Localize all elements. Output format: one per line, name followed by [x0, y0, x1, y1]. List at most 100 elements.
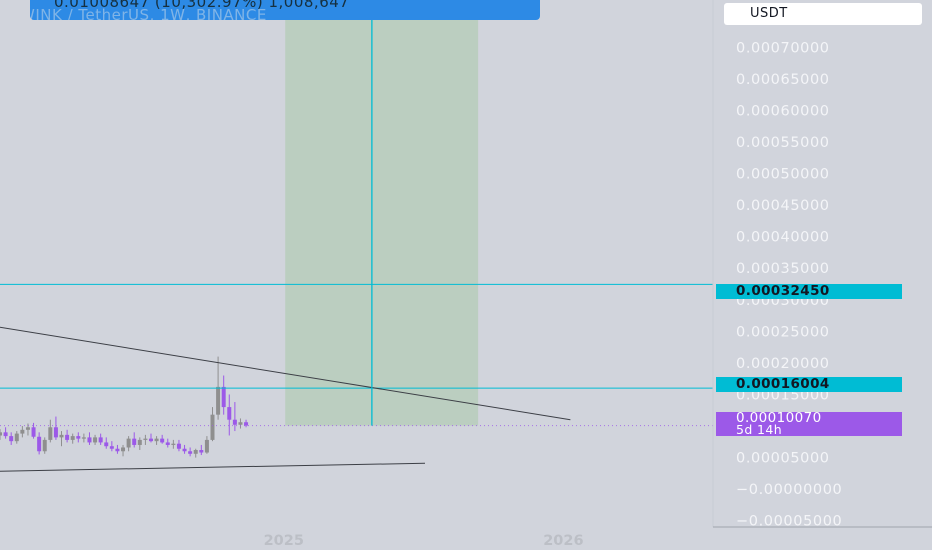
candle	[65, 429, 70, 443]
candle	[137, 437, 142, 451]
candle-body	[48, 427, 53, 440]
candle	[221, 375, 226, 415]
candle	[199, 444, 204, 456]
candle-body	[93, 437, 98, 443]
candle-body	[14, 433, 19, 442]
candle	[160, 434, 165, 444]
candle	[232, 402, 237, 432]
candle-body	[59, 434, 64, 438]
candle-body	[154, 438, 159, 442]
candle	[121, 444, 126, 457]
highlighted-date-range	[285, 0, 479, 426]
candle-body	[199, 450, 204, 453]
y-axis-tick-label: −0.00000000	[736, 482, 842, 498]
candles-group	[0, 356, 249, 458]
candle-body	[132, 438, 137, 445]
candle	[48, 419, 53, 443]
candle-body	[53, 427, 58, 438]
y-axis-tick-label: 0.00025000	[736, 324, 830, 340]
candle-body	[188, 451, 193, 454]
y-axis-ticks: 0.000750000.000700000.000650000.00060000…	[736, 9, 842, 530]
candle	[210, 407, 215, 442]
currency-button[interactable]: USDT	[724, 3, 922, 25]
y-axis-tick-label: 0.00005000	[736, 451, 830, 467]
candle	[98, 433, 103, 445]
candle-body	[210, 414, 215, 440]
candle-body	[171, 443, 176, 445]
y-axis-tick-label: 0.00060000	[736, 103, 830, 119]
y-axis-tick-label: 0.00065000	[736, 72, 830, 88]
candle-body	[0, 432, 2, 436]
candle-body	[204, 439, 209, 453]
trendline[interactable]	[0, 462, 426, 472]
candle	[238, 418, 243, 429]
x-axis-ticks: 2025 2026	[264, 533, 584, 549]
candle	[87, 432, 92, 445]
y-axis-tick-label: 0.00040000	[736, 230, 830, 246]
candle-body	[227, 407, 232, 420]
candle-body	[232, 419, 237, 425]
candle-body	[137, 439, 142, 445]
candle	[70, 433, 75, 444]
candle-body	[143, 438, 148, 440]
candle	[132, 432, 137, 448]
last-price-label: 0.00010070 5d 14h	[716, 411, 902, 436]
candle-body	[76, 436, 81, 439]
candle-body	[148, 438, 153, 442]
candle-body	[20, 429, 25, 434]
candle	[20, 426, 25, 438]
candle-body	[126, 438, 131, 448]
candle	[3, 427, 8, 439]
candle-body	[176, 443, 181, 449]
candle-body	[70, 436, 75, 440]
candle-body	[31, 427, 36, 437]
y-axis-tick-label: −0.00005000	[736, 514, 842, 530]
symbol-title: WINK / TetherUS, 1W, BINANCE	[30, 6, 267, 20]
candle	[126, 436, 131, 452]
candle-body	[238, 422, 243, 425]
candle	[154, 436, 159, 445]
candle-body	[65, 434, 70, 440]
candle-body	[160, 438, 165, 443]
price-chart[interactable]: 0.000750000.000700000.000650000.00060000…	[0, 0, 932, 550]
x-axis-tick-label: 2025	[264, 533, 304, 549]
candle	[188, 447, 193, 457]
y-axis-tick-label: 0.00045000	[736, 198, 830, 214]
candle-body	[182, 448, 187, 452]
candle	[93, 434, 98, 445]
candle-body	[98, 437, 103, 443]
candle-body	[81, 437, 86, 439]
candle	[143, 434, 148, 445]
symbol-legend[interactable]: 0.01008647 (10,302.97%) 1,008,647 WINK /…	[30, 0, 540, 20]
candle	[148, 433, 153, 443]
candle	[204, 436, 209, 454]
candle	[244, 419, 249, 428]
candle-body	[121, 447, 126, 452]
candle	[193, 448, 198, 458]
y-axis-tick-label: 0.00020000	[736, 356, 830, 372]
candle	[59, 431, 64, 447]
y-axis-tick-label: 0.00055000	[736, 135, 830, 151]
candle	[165, 438, 170, 448]
middle-level-label: 0.00016004	[716, 377, 902, 392]
candle	[176, 439, 181, 452]
y-axis-tick-label: 0.00050000	[736, 167, 830, 183]
candle	[182, 444, 187, 454]
candle-body	[221, 386, 226, 408]
candle	[53, 416, 58, 440]
candle-body	[37, 436, 42, 452]
y-axis-tick-label: 0.00035000	[736, 261, 830, 277]
candle	[14, 431, 19, 444]
candle	[25, 423, 30, 436]
candle	[9, 432, 14, 445]
candle	[109, 441, 114, 452]
candle-body	[104, 442, 109, 447]
candle-body	[9, 436, 14, 442]
x-axis-tick-label: 2026	[543, 533, 583, 549]
candle	[227, 394, 232, 436]
candle-body	[109, 446, 114, 449]
candle-body	[193, 450, 198, 454]
y-axis-tick-label: 0.00070000	[736, 40, 830, 56]
candle	[0, 429, 2, 440]
candle	[76, 432, 81, 443]
